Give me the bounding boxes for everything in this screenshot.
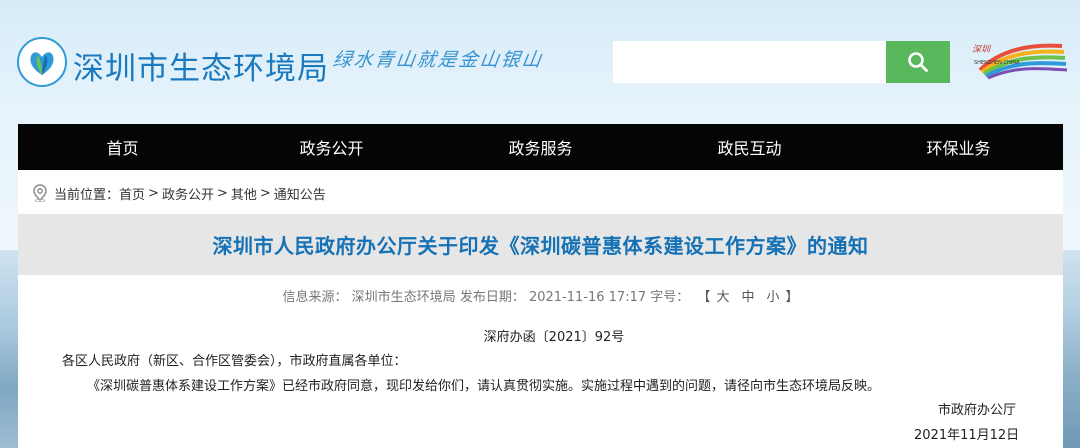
font-size-label: 字号： [650, 290, 690, 305]
content-panel: 当前位置： 首页 > 政务公开 > 其他 > 通知公告 深圳市人民政府办公厅关于… [18, 170, 1063, 448]
nav-item-public-interaction[interactable]: 政民互动 [645, 124, 854, 170]
location-pin-icon [33, 184, 47, 202]
breadcrumb-government-affairs-link[interactable]: 政务公开 [162, 184, 214, 203]
shenzhen-city-logo: 深圳 SHENZHEN CHINA [972, 43, 1068, 80]
breadcrumb: 当前位置： 首页 > 政务公开 > 其他 > 通知公告 [32, 183, 326, 203]
font-size-bracket-open: 【 [697, 290, 711, 305]
article-title: 深圳市人民政府办公厅关于印发《深圳碳普惠体系建设工作方案》的通知 [212, 234, 869, 258]
breadcrumb-other-link[interactable]: 其他 [231, 184, 257, 203]
site-logo-icon[interactable] [17, 37, 67, 87]
svg-text:深圳: 深圳 [972, 44, 992, 55]
background-decoration-left [0, 250, 18, 448]
main-navigation: 首页 政务公开 政务服务 政民互动 环保业务 [18, 124, 1063, 170]
nav-item-government-affairs[interactable]: 政务公开 [227, 124, 436, 170]
recipient-line: 各区人民政府（新区、合作区管委会），市政府直属各单位： [62, 354, 407, 369]
svg-text:SHENZHEN CHINA: SHENZHEN CHINA [974, 60, 1020, 66]
font-size-small-button[interactable]: 小 [766, 290, 779, 305]
font-size-medium-button[interactable]: 中 [741, 290, 754, 305]
article-title-band: 深圳市人民政府办公厅关于印发《深圳碳普惠体系建设工作方案》的通知 [18, 214, 1063, 275]
source-value: 深圳市生态环境局 [351, 290, 456, 305]
breadcrumb-separator: > [148, 185, 159, 201]
site-title[interactable]: 深圳市生态环境局 [73, 43, 329, 88]
document-number: 深府办函〔2021〕92号 [483, 330, 625, 345]
search-input[interactable] [613, 41, 886, 83]
font-size-selector: 【大中小】 [697, 290, 798, 305]
search-icon [908, 52, 928, 72]
nav-item-environmental-business[interactable]: 环保业务 [854, 124, 1063, 170]
breadcrumb-separator: > [216, 185, 228, 201]
site-header: 深圳市生态环境局 绿水青山就是金山银山 深圳 SHENZHEN CHINA [0, 0, 1080, 120]
font-size-large-button[interactable]: 大 [716, 290, 729, 305]
publish-date: 2021-11-16 17:17 [528, 290, 647, 305]
slogan-text: 绿水青山就是金山银山 [331, 49, 545, 71]
background-decoration-right [1062, 250, 1080, 448]
date-label: 发布日期： [459, 290, 525, 305]
nav-item-home[interactable]: 首页 [18, 124, 227, 170]
breadcrumb-separator: > [259, 185, 271, 201]
font-size-bracket-close: 】 [785, 290, 799, 305]
search-button[interactable] [886, 41, 950, 83]
signature-office: 市政府办公厅 [938, 403, 1017, 418]
article-meta: 信息来源： 深圳市生态环境局 发布日期： 2021-11-16 17:17 字号… [18, 286, 1063, 305]
breadcrumb-notice-link[interactable]: 通知公告 [274, 184, 326, 203]
breadcrumb-label: 当前位置： [54, 187, 120, 203]
nav-item-government-services[interactable]: 政务服务 [436, 124, 645, 170]
source-label: 信息来源： [282, 290, 348, 305]
body-paragraph: 《深圳碳普惠体系建设工作方案》已经市政府同意，现印发给你们，请认真贯彻实施。实施… [87, 379, 881, 394]
signature-date: 2021年11月12日 [914, 428, 1020, 443]
breadcrumb-home-link[interactable]: 首页 [119, 184, 145, 203]
